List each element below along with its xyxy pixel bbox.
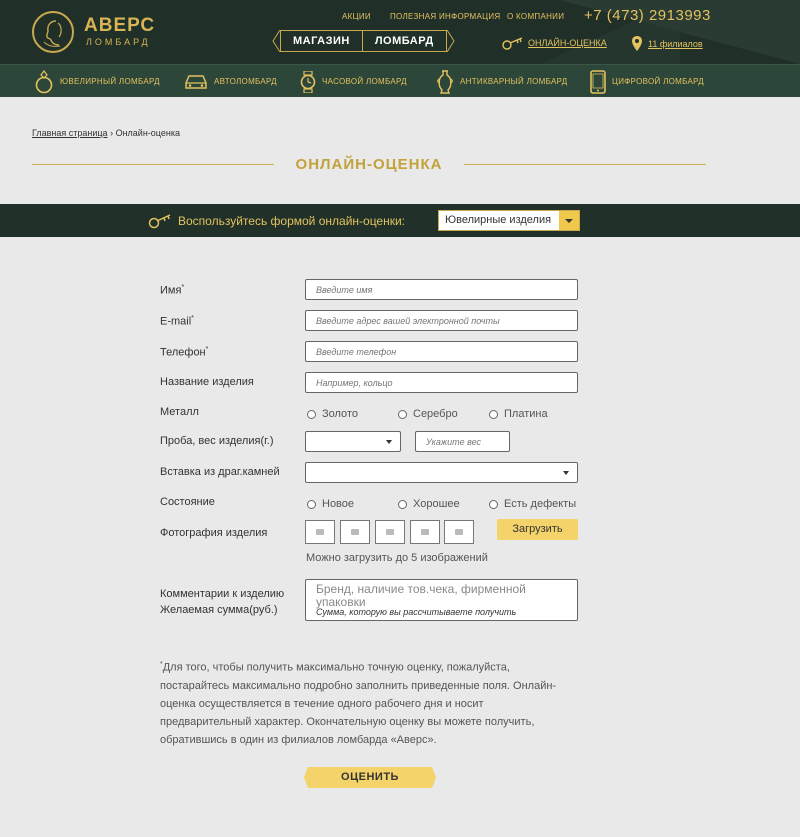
probe-select[interactable]: [305, 431, 401, 452]
email-label: E-mail*: [160, 315, 194, 328]
photo-slot-2[interactable]: [340, 520, 370, 544]
radio-circle[interactable]: [307, 499, 316, 509]
category-label: ЧАСОВОЙ ЛОМБАРД: [322, 77, 407, 86]
site-header: АВЕРС ЛОМБАРД АКЦИИ ПОЛЕЗНАЯ ИНФОРМАЦИЯ …: [0, 0, 800, 64]
chevron-down-icon[interactable]: [559, 211, 579, 230]
category-watches[interactable]: ЧАСОВОЙ ЛОМБАРД: [300, 65, 407, 98]
form-note: *Для того, чтобы получить максимально то…: [160, 661, 557, 746]
upload-hint: Можно загрузить до 5 изображений: [306, 552, 488, 564]
form-selector-label: Воспользуйтесь формой онлайн-оценки:: [178, 213, 406, 228]
form-selector: Воспользуйтесь формой онлайн-оценки:: [148, 204, 405, 237]
metal-radio-gold[interactable]: Золото: [307, 408, 358, 420]
category-label: АВТОЛОМБАРД: [214, 77, 277, 86]
radio-circle[interactable]: [398, 499, 407, 509]
bracket-left-icon: [272, 30, 280, 52]
breadcrumb-home[interactable]: Главная страница: [32, 128, 108, 138]
probe-weight-label: Проба, вес изделия(г.): [160, 435, 274, 447]
submit-label: ОЦЕНИТЬ: [341, 771, 399, 783]
category-label: АНТИКВАРНЫЙ ЛОМБАРД: [460, 77, 568, 86]
shop-switcher: МАГАЗИН ЛОМБАРД: [272, 30, 455, 52]
comment-textarea[interactable]: Бренд, наличие тов.чека, фирменной упако…: [305, 579, 578, 621]
comment-placeholder: Бренд, наличие тов.чека, фирменной упако…: [316, 582, 526, 609]
radio-circle[interactable]: [489, 499, 498, 509]
shop-button[interactable]: МАГАЗИН: [280, 30, 362, 52]
category-jewelry[interactable]: ЮВЕЛИРНЫЙ ЛОМБАРД: [34, 65, 160, 98]
category-label: ЦИФРОВОЙ ЛОМБАРД: [612, 77, 704, 86]
photo-slot-1[interactable]: [305, 520, 335, 544]
radio-circle[interactable]: [398, 409, 407, 419]
category-antique[interactable]: АНТИКВАРНЫЙ ЛОМБАРД: [436, 65, 567, 98]
breadcrumb-separator: ›: [110, 128, 114, 138]
phone-icon: [590, 69, 606, 94]
nav-promotions[interactable]: АКЦИИ: [342, 12, 371, 21]
email-input[interactable]: [305, 310, 578, 331]
condition-label: Состояние: [160, 496, 215, 508]
metal-radio-silver[interactable]: Серебро: [398, 408, 458, 420]
stones-select[interactable]: [305, 462, 578, 483]
photo-slot-5[interactable]: [444, 520, 474, 544]
breadcrumb-current: Онлайн-оценка: [115, 128, 180, 138]
form-selector-bar: Воспользуйтесь формой онлайн-оценки: Юве…: [0, 204, 800, 237]
comment-label: Комментарии к изделию: [160, 588, 285, 600]
location-pin-icon: [632, 36, 642, 51]
watch-icon: [300, 70, 316, 93]
brand-name: АВЕРС: [84, 15, 156, 36]
bracket-right-icon: [446, 30, 455, 52]
item-name-label: Название изделия: [160, 376, 254, 388]
radio-circle[interactable]: [307, 409, 316, 419]
nav-about[interactable]: О КОМПАНИИ: [507, 12, 564, 21]
profile-icon: [43, 20, 62, 47]
stones-label: Вставка из драг.камней: [160, 466, 280, 478]
sum-placeholder: Сумма, которую вы рассчитываете получить: [316, 607, 517, 617]
branches-link[interactable]: 11 филиалов: [632, 36, 703, 51]
radio-circle[interactable]: [489, 409, 498, 419]
key-icon: [502, 37, 523, 50]
title-divider-right: [464, 164, 706, 165]
online-evaluation-link[interactable]: ОНЛАЙН-ОЦЕНКА: [502, 36, 607, 50]
form-type-select[interactable]: Ювелирные изделия: [438, 210, 580, 231]
phone-label: Телефон*: [160, 346, 209, 359]
phone-input[interactable]: [305, 341, 578, 362]
branches-label: 11 филиалов: [648, 38, 703, 49]
metal-label: Металл: [160, 406, 199, 418]
brand[interactable]: АВЕРС ЛОМБАРД: [84, 16, 155, 47]
category-auto[interactable]: АВТОЛОМБАРД: [184, 65, 277, 98]
upload-button[interactable]: Загрузить: [497, 519, 578, 540]
nav-useful-info[interactable]: ПОЛЕЗНАЯ ИНФОРМАЦИЯ: [390, 12, 500, 21]
item-name-input[interactable]: [305, 372, 578, 393]
key-icon: [148, 213, 171, 228]
pawnshop-button[interactable]: ЛОМБАРД: [361, 30, 447, 52]
ring-icon: [35, 69, 53, 93]
category-bar: ЮВЕЛИРНЫЙ ЛОМБАРД АВТОЛОМБАРД ЧАСОВОЙ ЛО…: [0, 64, 800, 97]
desired-sum-label: Желаемая сумма(руб.): [160, 604, 278, 616]
name-label: Имя*: [160, 284, 185, 297]
condition-radio-defects[interactable]: Есть дефекты: [489, 498, 576, 510]
name-input[interactable]: [305, 279, 578, 300]
submit-button[interactable]: ОЦЕНИТЬ: [304, 767, 436, 788]
car-icon: [185, 74, 207, 89]
logo-emblem[interactable]: [32, 11, 74, 53]
condition-radio-new[interactable]: Новое: [307, 498, 354, 510]
metal-radio-platinum[interactable]: Платина: [489, 408, 548, 420]
form-type-value: Ювелирные изделия: [445, 214, 552, 226]
brand-subtitle: ЛОМБАРД: [86, 37, 151, 47]
condition-radio-good[interactable]: Хорошее: [398, 498, 460, 510]
breadcrumb: Главная страница › Онлайн-оценка: [32, 128, 180, 138]
photo-slot-3[interactable]: [375, 520, 405, 544]
online-evaluation-label: ОНЛАЙН-ОЦЕНКА: [528, 38, 607, 48]
photo-slot-4[interactable]: [410, 520, 440, 544]
weight-input[interactable]: [415, 431, 510, 452]
vase-icon: [437, 69, 453, 94]
phone-number[interactable]: +7 (473) 2913993: [584, 7, 711, 24]
photo-label: Фотография изделия: [160, 527, 268, 539]
category-label: ЮВЕЛИРНЫЙ ЛОМБАРД: [60, 77, 160, 86]
category-digital[interactable]: ЦИФРОВОЙ ЛОМБАРД: [590, 65, 704, 98]
